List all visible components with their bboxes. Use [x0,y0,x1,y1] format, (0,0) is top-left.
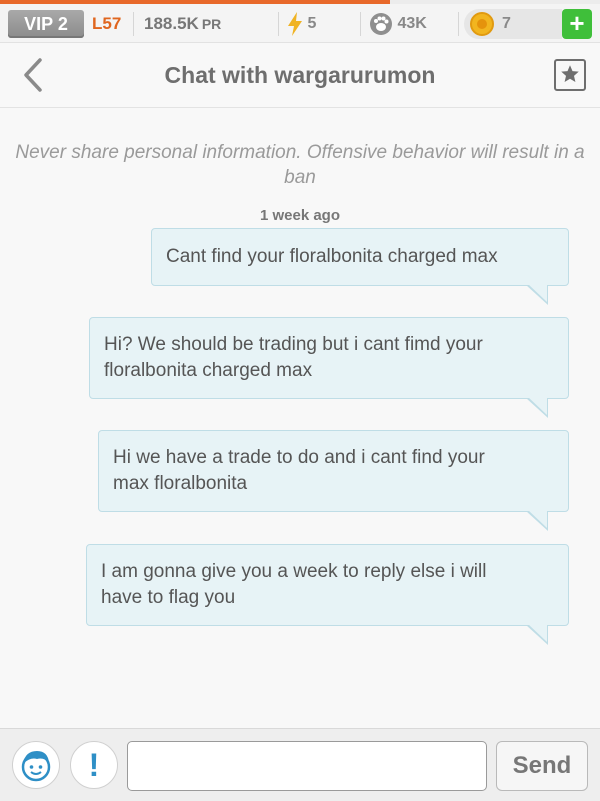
message-text: Hi? We should be trading but i cant fimd… [104,334,483,355]
bubble-tail [526,397,548,418]
vip-badge[interactable]: VIP 2 [8,10,84,38]
message-text: Hi we have a trade to do and i cant find… [113,447,485,468]
level-indicator: L57 [92,14,122,33]
message-text: max floralbonita [113,473,248,494]
avatar-button[interactable] [12,741,60,789]
message-text: floralbonita charged max [104,360,313,381]
bubble-tail [526,510,548,531]
report-button[interactable]: ! [70,741,118,789]
energy-value: 5 [307,15,317,32]
coin-icon [470,12,494,36]
bubble-tail [526,284,548,305]
message-timestamp: 1 week ago [259,207,341,224]
coins-stat[interactable]: 7 [464,9,562,39]
boy-face-icon [13,751,59,792]
divider [133,12,134,36]
power-rating-unit: PR [201,16,222,32]
message-text: Cant find your floralbonita charged max [166,246,498,267]
status-bar: VIP 2 L57 188.5K PR 5 43K 7 + [0,4,600,43]
divider [458,12,459,36]
message-bubble: Hi? We should be trading but i cant fimd… [89,317,569,418]
send-button[interactable]: Send [496,741,588,791]
energy-stat[interactable]: 5 [287,10,316,38]
lightning-icon [287,11,307,36]
power-rating: 188.5K PR [144,10,221,38]
coins-value: 7 [502,15,511,32]
chat-warning: Never share personal information. Offens… [15,142,585,188]
divider [360,12,361,36]
message-text: have to flag you [101,587,236,608]
composer-bar: ! Send [0,728,600,801]
divider [278,12,279,36]
paw-icon [369,12,397,35]
add-coins-button[interactable]: + [562,9,592,39]
paws-value: 43K [397,15,427,32]
message-text: I am gonna give you a week to reply else… [101,561,487,582]
message-bubble: Cant find your floralbonita charged max [151,228,569,305]
favorite-button[interactable] [554,59,586,91]
message-bubble: I am gonna give you a week to reply else… [86,544,569,645]
message-input[interactable] [127,741,487,791]
power-rating-value: 188.5K [144,14,199,33]
chat-header: Chat with wargarurumon [0,43,600,108]
message-bubble: Hi we have a trade to do and i cant find… [98,430,569,531]
bubble-tail [526,624,548,645]
page-title: Chat with wargarurumon [164,62,436,88]
paws-stat[interactable]: 43K [369,10,427,38]
